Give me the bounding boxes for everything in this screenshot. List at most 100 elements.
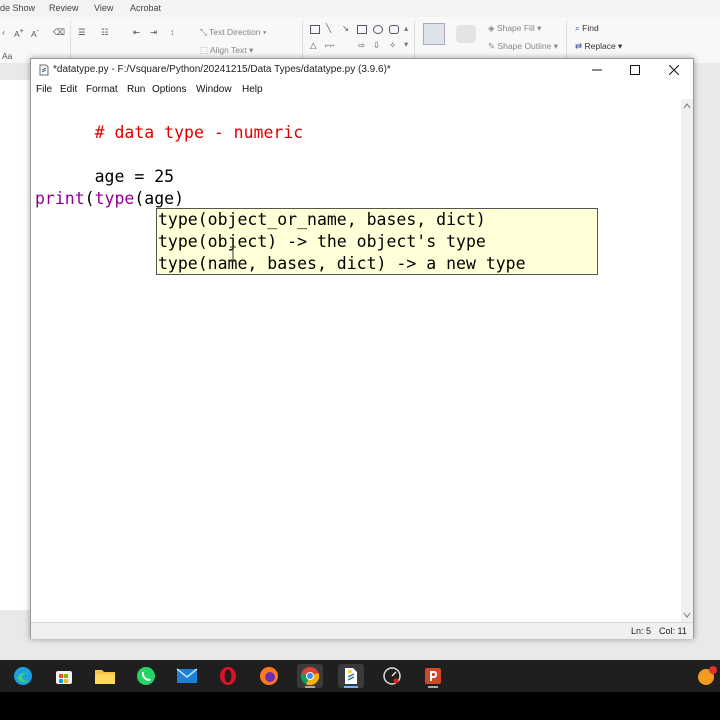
maximize-button[interactable] — [616, 59, 654, 81]
title-bar[interactable]: *datatype.py - F:/Vsquare/Python/2024121… — [31, 59, 693, 81]
profile-button[interactable] — [694, 664, 720, 688]
speedometer-icon — [383, 667, 401, 685]
rounded-rect-shape-icon[interactable] — [389, 25, 399, 34]
powerpoint-button[interactable] — [420, 664, 446, 688]
mail-button[interactable] — [174, 664, 200, 688]
idle-editor-window: *datatype.py - F:/Vsquare/Python/2024121… — [30, 58, 694, 639]
rectangle-shape-icon[interactable] — [357, 25, 367, 34]
indent-right-icon[interactable]: ⇥ — [150, 27, 157, 38]
opera-button[interactable] — [215, 664, 241, 688]
whatsapp-button[interactable] — [133, 664, 159, 688]
font-size-up-icon[interactable]: A+ — [14, 27, 24, 39]
status-column: Col: 11 — [659, 626, 687, 636]
slide-thumbnail-strip — [0, 80, 30, 610]
whatsapp-icon — [137, 667, 155, 685]
replace-icon: ⇄ — [575, 41, 583, 51]
close-icon — [669, 65, 679, 75]
text-cursor-icon — [230, 246, 236, 262]
line-spacing-icon[interactable]: ↕ — [170, 27, 174, 37]
replace-button[interactable]: ⇄ Replace ▾ — [575, 41, 622, 52]
call-args: (age) — [134, 189, 185, 208]
taskbar — [0, 660, 720, 692]
char-spacing-icon[interactable]: Aa — [2, 51, 12, 61]
triangle-shape-icon[interactable]: △ — [310, 40, 317, 51]
text-direction-label: Text Direction — [209, 27, 261, 37]
decrease-indent-icon[interactable]: ‹ — [2, 27, 5, 37]
file-explorer-button[interactable] — [92, 664, 118, 688]
tab-view[interactable]: View — [94, 3, 113, 13]
menu-window[interactable]: Window — [196, 84, 232, 95]
scroll-up-icon[interactable] — [681, 101, 693, 111]
star-shape-icon[interactable]: ✧ — [389, 40, 396, 51]
arrow-shape-icon[interactable]: ↘ — [342, 23, 349, 34]
right-arrow-shape-icon[interactable]: ⇨ — [358, 40, 365, 51]
text-direction-icon: ⤡ — [200, 27, 207, 37]
idle-active-indicator — [344, 686, 358, 688]
idle-editor-icon — [345, 668, 357, 684]
align-text-label: Align Text — [209, 45, 247, 55]
vertical-scrollbar[interactable] — [681, 99, 693, 622]
gallery-up-icon[interactable]: ▴ — [404, 23, 408, 34]
calltip-line-1: type(object_or_name, bases, dict) — [158, 210, 486, 229]
minimize-icon — [592, 69, 602, 71]
assignment-text: age = 25 — [94, 167, 175, 186]
find-icon: ⌕ — [575, 23, 580, 33]
arrange-icon[interactable] — [423, 23, 445, 45]
chrome-button[interactable] — [297, 664, 323, 688]
powerpoint-running-indicator — [428, 686, 438, 688]
shape-fill-button[interactable]: ◈ Shape Fill ▾ — [488, 23, 541, 34]
menu-format[interactable]: Format — [86, 84, 118, 95]
quick-styles-icon[interactable] — [456, 25, 476, 43]
menu-run[interactable]: Run — [127, 84, 145, 95]
find-button[interactable]: ⌕ Find — [575, 23, 599, 34]
shape-outline-icon: ✎ — [488, 41, 496, 51]
code-editor[interactable]: # data type - numeric age = 25 print(typ… — [31, 99, 681, 622]
down-arrow-shape-icon[interactable]: ⇩ — [373, 40, 380, 51]
python-file-icon — [39, 64, 49, 76]
ribbon-body: ‹ A+ A- ⌫ Aa ☰ ☷ ⇤ ⇥ ↕ ⤡ Text Direction … — [0, 17, 720, 64]
tab-slide-show[interactable]: de Show — [0, 3, 35, 13]
line-shape-icon[interactable]: ╲ — [326, 23, 331, 34]
firefox-icon — [260, 667, 278, 685]
store-button[interactable] — [51, 664, 77, 688]
builtin-type: type — [94, 189, 135, 208]
menu-help[interactable]: Help — [242, 84, 263, 95]
text-direction-button[interactable]: ⤡ Text Direction ▾ — [200, 27, 266, 38]
textbox-shape-icon[interactable] — [310, 25, 320, 34]
shape-fill-label: Shape Fill — [496, 23, 535, 33]
shape-fill-icon: ◈ — [488, 23, 495, 33]
elbow-shape-icon[interactable]: ⌐⌐ — [325, 40, 335, 50]
scroll-down-icon[interactable] — [681, 610, 693, 620]
file-explorer-icon — [95, 670, 115, 684]
calltip-popup: type(object_or_name, bases, dict) type(o… — [156, 208, 598, 275]
mail-icon — [176, 668, 198, 683]
firefox-button[interactable] — [256, 664, 282, 688]
chrome-running-indicator — [305, 686, 315, 688]
chrome-icon — [300, 667, 320, 686]
indent-left-icon[interactable]: ⇤ — [133, 27, 140, 38]
shape-outline-button[interactable]: ✎ Shape Outline ▾ — [488, 41, 558, 52]
close-button[interactable] — [655, 59, 693, 81]
tab-acrobat[interactable]: Acrobat — [130, 3, 161, 13]
shape-outline-label: Shape Outline — [497, 41, 552, 51]
speedometer-button[interactable] — [379, 664, 405, 688]
gallery-more-icon[interactable]: ▾ — [404, 39, 408, 50]
idle-editor-button[interactable] — [338, 664, 364, 688]
menu-options[interactable]: Options — [152, 84, 186, 95]
menu-bar: File Edit Format Run Options Window Help — [31, 81, 693, 99]
menu-file[interactable]: File — [36, 84, 52, 95]
builtin-print: print — [35, 189, 85, 208]
oval-shape-icon[interactable] — [373, 25, 383, 34]
bullets-icon[interactable]: ☰ — [78, 27, 86, 38]
tab-review[interactable]: Review — [49, 3, 79, 13]
font-size-down-icon[interactable]: A- — [31, 27, 39, 39]
calltip-line-3: type(name, bases, dict) -> a new type — [158, 254, 526, 273]
status-line: Ln: 5 — [631, 626, 652, 636]
minimize-button[interactable] — [578, 59, 616, 81]
align-text-button[interactable]: ⬚ Align Text ▾ — [200, 45, 253, 56]
maximize-icon — [630, 65, 640, 75]
edge-button[interactable] — [10, 664, 36, 688]
clear-format-icon[interactable]: ⌫ — [53, 27, 65, 38]
menu-edit[interactable]: Edit — [60, 84, 77, 95]
numbering-icon[interactable]: ☷ — [101, 27, 109, 38]
